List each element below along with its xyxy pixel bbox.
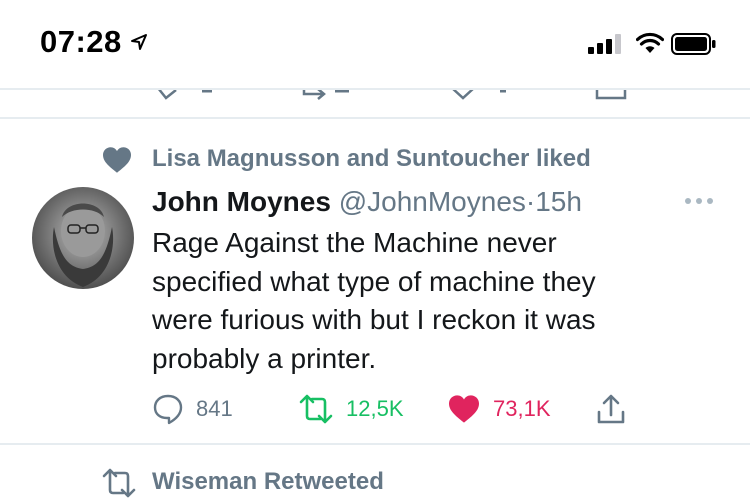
tweet-text-line: specified what type of machine they	[152, 265, 596, 297]
retweet-icon	[299, 394, 333, 424]
like-button[interactable]: 73,1K	[447, 392, 551, 426]
like-count: 73,1K	[493, 396, 551, 421]
more-options-icon[interactable]	[684, 196, 714, 206]
retweet-icon	[102, 468, 136, 498]
tweet-header: John Moynes @JohnMoynes·15h	[152, 186, 582, 218]
social-context-retweeted[interactable]: Wiseman Retweeted	[152, 468, 384, 496]
reply-count: 841	[196, 396, 233, 421]
divider	[0, 443, 750, 445]
display-name[interactable]: John Moynes	[152, 186, 331, 217]
social-context-liked[interactable]: Lisa Magnusson and Suntoucher liked	[152, 145, 591, 173]
user-handle[interactable]: @JohnMoynes	[339, 186, 526, 217]
tweet-text-line: probably a printer.	[152, 342, 377, 374]
status-bar: 07:28	[0, 0, 750, 88]
retweet-button[interactable]: 12,5K	[298, 392, 404, 426]
divider	[0, 88, 750, 90]
tweet-text: Rage Against the Machine never specified…	[152, 224, 712, 378]
reply-button[interactable]: 841	[152, 392, 233, 426]
tweet-text-line: Rage Against the Machine never	[152, 227, 557, 258]
previous-tweet-actions	[0, 88, 750, 102]
heart-filled-icon	[449, 395, 479, 423]
share-button[interactable]	[596, 392, 626, 426]
tweet-text-line: were furious with but I reckon it was	[152, 304, 596, 335]
divider	[0, 117, 750, 119]
separator-dot: ·	[525, 186, 536, 217]
reply-icon	[153, 394, 183, 425]
heart-icon	[103, 147, 131, 173]
status-time: 07:28	[40, 24, 122, 59]
retweet-count: 12,5K	[346, 396, 404, 421]
location-arrow-icon	[131, 34, 147, 50]
wifi-icon	[636, 32, 664, 53]
battery-icon	[671, 33, 716, 55]
signal-icon	[588, 34, 621, 54]
avatar[interactable]	[32, 187, 134, 289]
share-icon	[597, 394, 625, 424]
tweet-time[interactable]: 15h	[535, 186, 582, 217]
